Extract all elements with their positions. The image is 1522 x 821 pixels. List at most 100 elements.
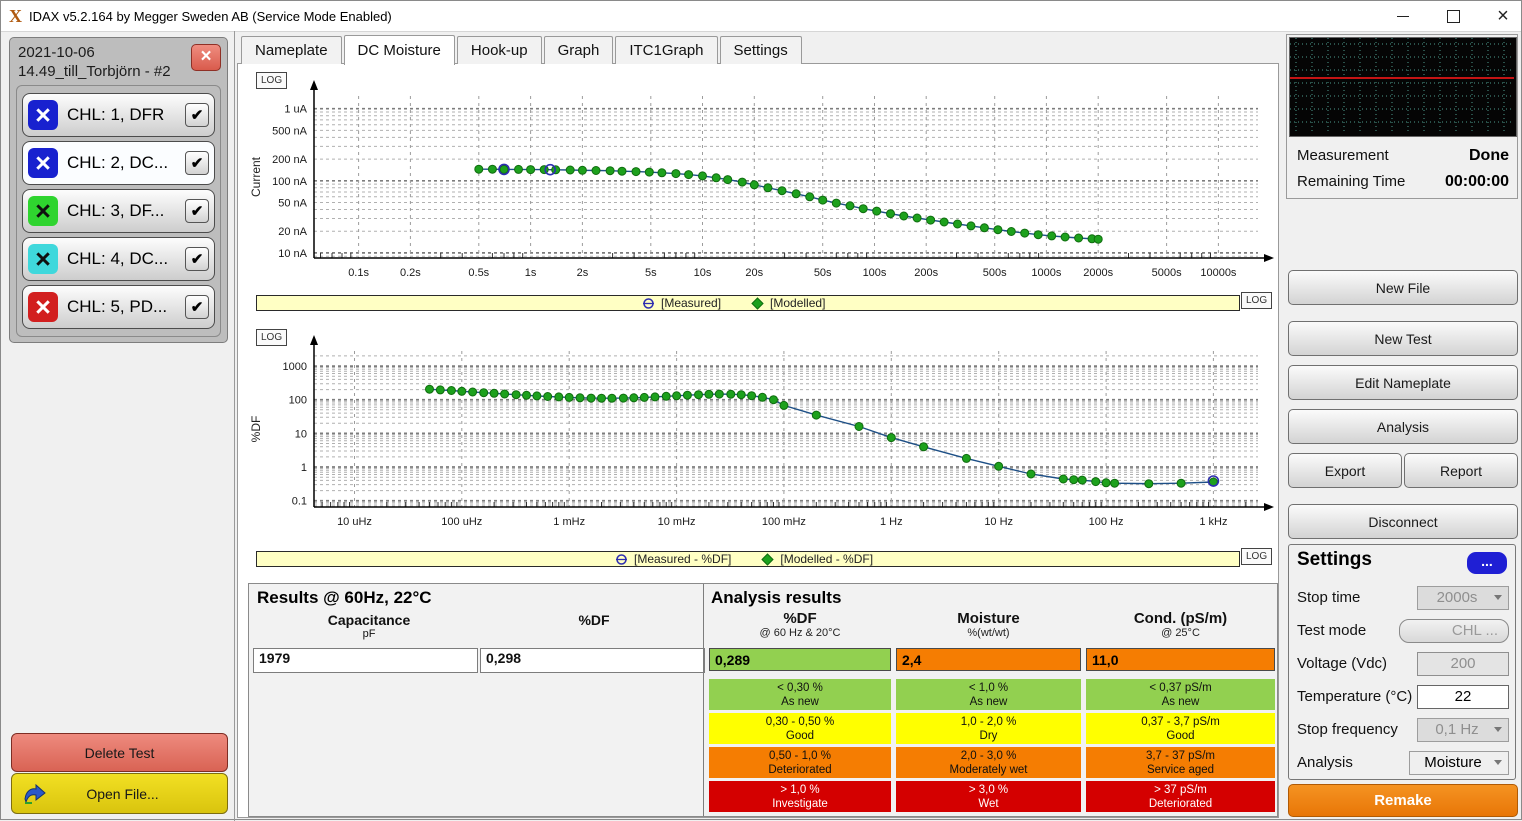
cond-band-as-new: < 0,37 pS/mAs new [1086, 679, 1275, 710]
log-scale-button[interactable]: LOG [256, 329, 287, 346]
analysis-moisture-header: Moisture %(wt/wt) [896, 610, 1081, 639]
channel-item-5[interactable]: × CHL: 5, PD... ✔ [22, 285, 215, 329]
channel-list: × CHL: 1, DFR ✔ × CHL: 2, DC... ✔ × CHL:… [16, 85, 221, 337]
results-panel: Results @ 60Hz, 22°C Capacitance pF %DF … [248, 583, 1278, 817]
channel-1-x-icon: × [28, 100, 58, 130]
svg-text:1 uA: 1 uA [284, 104, 307, 116]
report-button[interactable]: Report [1404, 453, 1518, 488]
tab-nameplate[interactable]: Nameplate [241, 36, 342, 64]
channel-2-x-icon: × [28, 148, 58, 178]
stop-time-row: Stop time 2000s [1289, 581, 1517, 614]
channel-item-2[interactable]: × CHL: 2, DC... ✔ [22, 141, 215, 185]
capacitance-value: 1979 [253, 648, 478, 673]
tab-bar: Nameplate DC Moisture Hook-up Graph ITC1… [241, 36, 804, 64]
channel-2-checkbox[interactable]: ✔ [185, 151, 209, 175]
test-mode-row: Test mode CHL ... [1289, 614, 1517, 647]
maximize-button[interactable] [1445, 8, 1461, 24]
svg-text:100 uHz: 100 uHz [441, 516, 482, 528]
svg-text:0.1: 0.1 [292, 496, 307, 508]
remake-button[interactable]: Remake [1288, 784, 1518, 817]
df-band-deteriorated: 0,50 - 1,0 %Deteriorated [709, 747, 891, 778]
tab-settings[interactable]: Settings [720, 36, 802, 64]
channel-4-label: CHL: 4, DC... [67, 249, 185, 269]
tab-hook-up[interactable]: Hook-up [457, 36, 542, 64]
tab-itc1graph[interactable]: ITC1Graph [615, 36, 717, 64]
analysis-df-value: 0,289 [709, 648, 891, 671]
analysis-mode-row: Analysis Moisture [1289, 746, 1517, 779]
temperature-input[interactable]: 22 [1417, 685, 1509, 709]
disconnect-button[interactable]: Disconnect [1288, 504, 1518, 539]
results-divider [703, 584, 704, 816]
svg-text:1 kHz: 1 kHz [1199, 516, 1227, 528]
svg-text:%DF: %DF [249, 416, 263, 443]
close-test-button[interactable]: × [191, 44, 221, 71]
current-vs-time-plot: 1 uA500 nA200 nA100 nA50 nA20 nA10 nACur… [248, 70, 1274, 292]
channel-4-x-icon: × [28, 244, 58, 274]
channel-5-checkbox[interactable]: ✔ [185, 295, 209, 319]
svg-text:1000s: 1000s [1031, 267, 1061, 279]
chevron-down-icon [1494, 760, 1502, 765]
df-chart-legend: [Measured - %DF] [Modelled - %DF] [256, 551, 1240, 567]
cond-band-service-aged: 3,7 - 37 pS/mService aged [1086, 747, 1275, 778]
minimize-button[interactable] [1395, 8, 1411, 24]
analysis-mode-select[interactable]: Moisture [1409, 751, 1509, 775]
svg-text:50 nA: 50 nA [278, 198, 307, 210]
channel-4-checkbox[interactable]: ✔ [185, 247, 209, 271]
temperature-row: Temperature (°C) 22 [1289, 680, 1517, 713]
modelled-legend-label: [Modelled] [770, 296, 825, 310]
window-title: IDAX v5.2.164 by Megger Sweden AB (Servi… [29, 9, 392, 24]
svg-text:10000s: 10000s [1200, 267, 1237, 279]
stop-frequency-select: 0,1 Hz [1417, 718, 1509, 742]
measurement-status-value: Done [1469, 147, 1509, 165]
modelled-marker-icon [761, 553, 774, 566]
close-button[interactable]: × [1495, 8, 1511, 24]
export-button[interactable]: Export [1288, 453, 1402, 488]
new-test-button[interactable]: New Test [1288, 321, 1518, 356]
measured-legend-label: [Measured] [661, 296, 721, 310]
log-scale-button[interactable]: LOG [1241, 292, 1272, 309]
voltage-row: Voltage (Vdc) 200 [1289, 647, 1517, 680]
channel-item-1[interactable]: × CHL: 1, DFR ✔ [22, 93, 215, 137]
settings-more-button[interactable]: ... [1467, 552, 1507, 574]
channel-item-4[interactable]: × CHL: 4, DC... ✔ [22, 237, 215, 281]
svg-text:10 Hz: 10 Hz [984, 516, 1013, 528]
settings-panel: Settings ... Stop time 2000s Test mode C… [1288, 544, 1516, 780]
current-chart: LOG 1 uA500 nA200 nA100 nA50 nA20 nA10 n… [248, 70, 1274, 316]
log-scale-button[interactable]: LOG [256, 72, 287, 89]
channel-3-checkbox[interactable]: ✔ [185, 199, 209, 223]
sidebar-divider [234, 31, 235, 821]
analysis-df-header: %DF @ 60 Hz & 20°C [709, 610, 891, 639]
stop-frequency-row: Stop frequency 0,1 Hz [1289, 713, 1517, 746]
modelled-marker-icon [751, 297, 764, 310]
log-scale-button[interactable]: LOG [1241, 548, 1272, 565]
svg-text:1000: 1000 [283, 361, 307, 373]
open-file-button[interactable]: Open File... [11, 773, 228, 814]
current-chart-legend: [Measured] [Modelled] [256, 295, 1240, 311]
new-file-button[interactable]: New File [1288, 270, 1518, 305]
df-band-good: 0,30 - 0,50 %Good [709, 713, 891, 744]
channel-item-3[interactable]: × CHL: 3, DF... ✔ [22, 189, 215, 233]
channel-3-x-icon: × [28, 196, 58, 226]
svg-text:20 nA: 20 nA [278, 226, 307, 238]
remaining-time-row: Remaining Time 00:00:00 [1297, 173, 1509, 191]
delete-test-button[interactable]: Delete Test [11, 733, 228, 772]
moisture-band-as-new: < 1,0 %As new [896, 679, 1081, 710]
channel-1-checkbox[interactable]: ✔ [185, 103, 209, 127]
svg-text:50s: 50s [814, 267, 832, 279]
moisture-band-moderately-wet: 2,0 - 3,0 %Moderately wet [896, 747, 1081, 778]
df-band-as-new: < 0,30 %As new [709, 679, 891, 710]
cond-band-good: 0,37 - 3,7 pS/mGood [1086, 713, 1275, 744]
tab-graph[interactable]: Graph [544, 36, 614, 64]
analysis-button[interactable]: Analysis [1288, 409, 1518, 444]
titlebar: X IDAX v5.2.164 by Megger Sweden AB (Ser… [1, 1, 1521, 32]
svg-text:20s: 20s [745, 267, 763, 279]
remaining-time-value: 00:00:00 [1445, 173, 1509, 191]
svg-text:200s: 200s [914, 267, 938, 279]
tab-dc-moisture[interactable]: DC Moisture [344, 35, 455, 65]
svg-text:2000s: 2000s [1083, 267, 1113, 279]
live-signal-display [1289, 37, 1517, 137]
edit-nameplate-button[interactable]: Edit Nameplate [1288, 365, 1518, 400]
moisture-band-wet: > 3,0 %Wet [896, 781, 1081, 812]
svg-text:500s: 500s [983, 267, 1007, 279]
moisture-band-dry: 1,0 - 2,0 %Dry [896, 713, 1081, 744]
